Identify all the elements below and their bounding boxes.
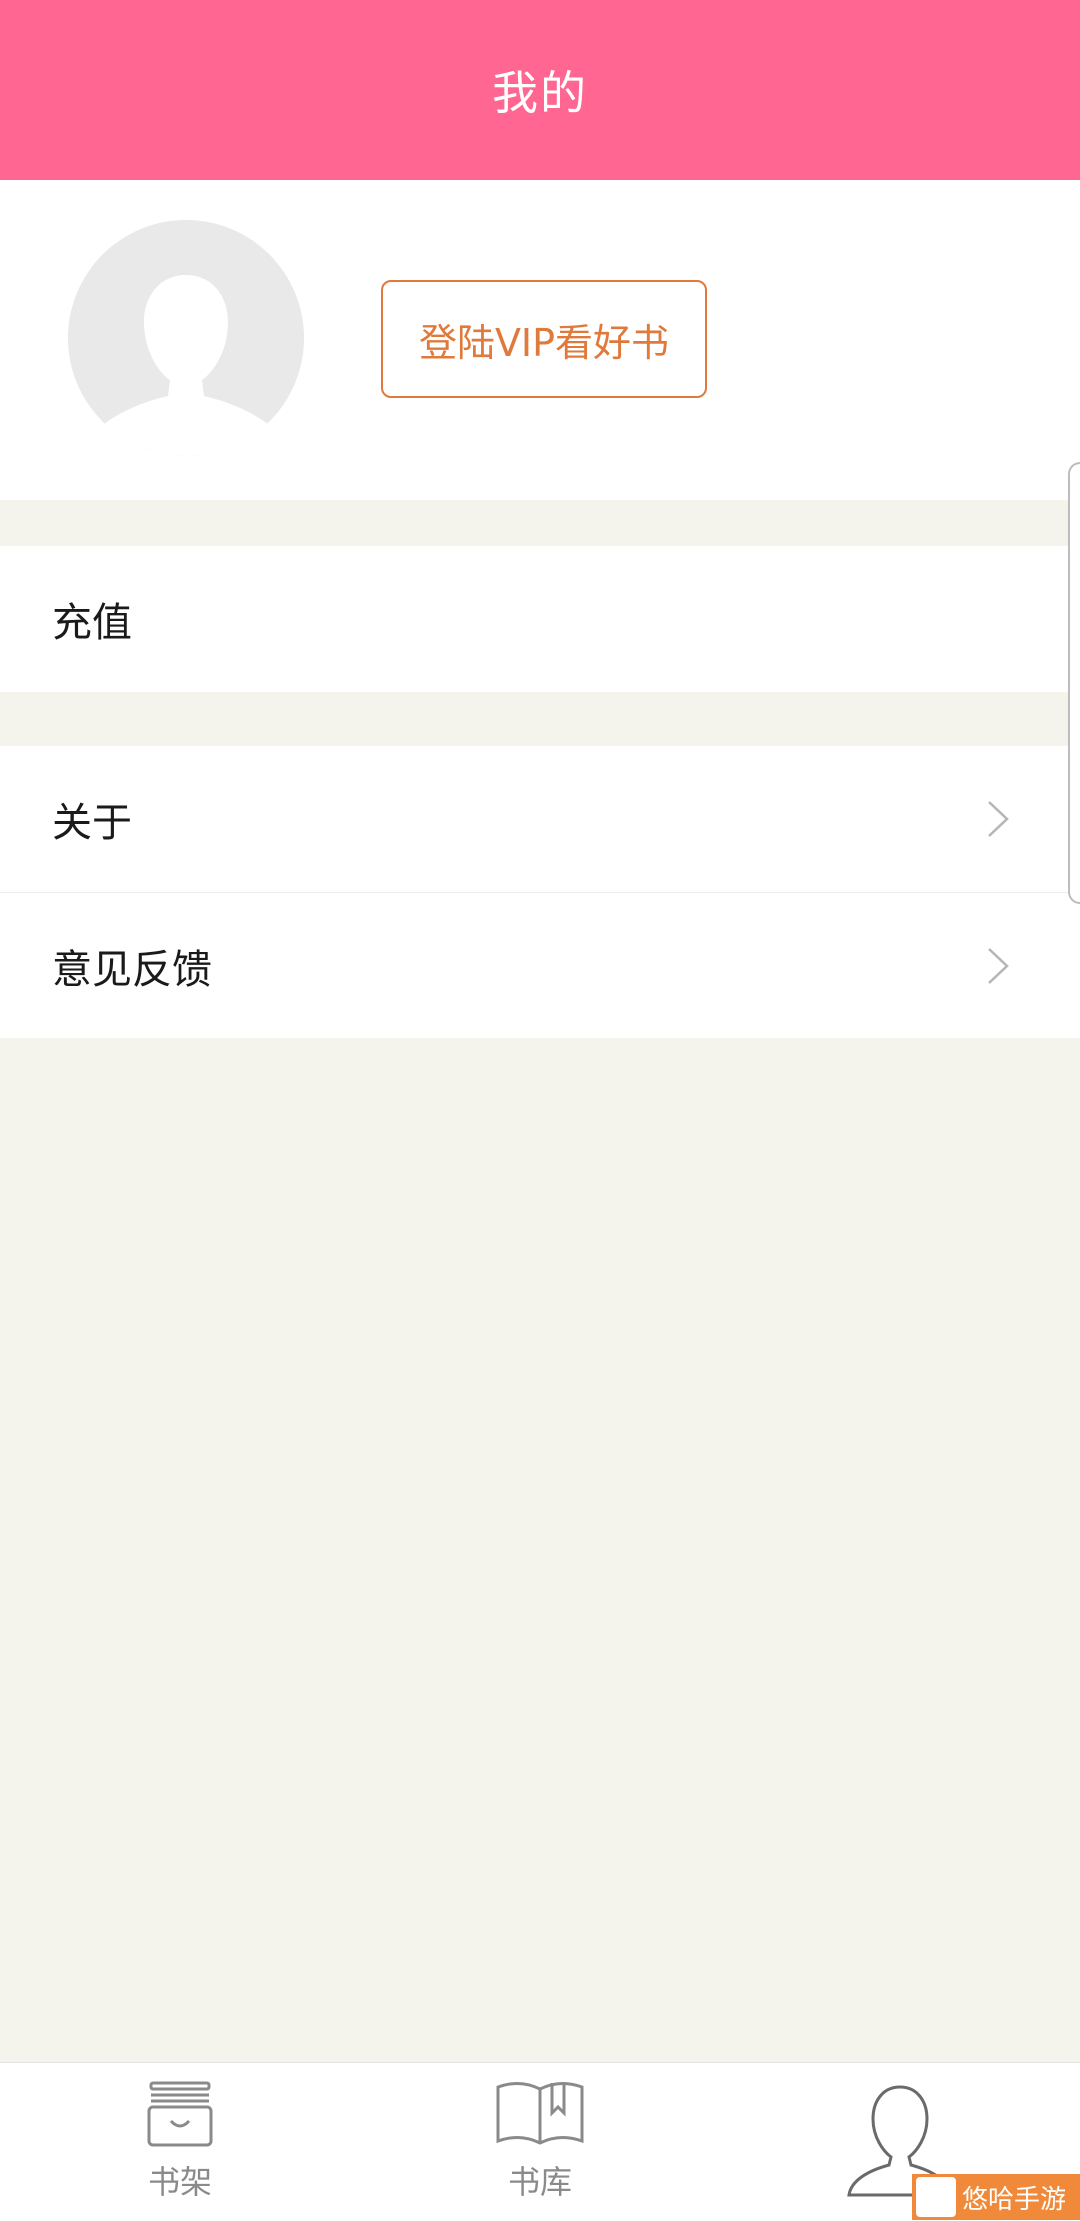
watermark-text: 悠哈手游 (962, 2184, 1067, 2215)
menu-item-feedback[interactable]: 意见反馈 (0, 892, 1080, 1038)
menu-item-label: 意见反馈 (52, 946, 212, 993)
edge-panel-handle[interactable] (1068, 462, 1080, 904)
tab-bookshelf[interactable]: 书架 (0, 2063, 360, 2221)
menu-item-label: 关于 (52, 800, 132, 846)
menu-item-label: 充值 (52, 600, 132, 646)
menu-item-about[interactable]: 关于 (0, 746, 1080, 892)
page-title: 我的 (492, 66, 588, 120)
avatar[interactable] (68, 220, 304, 456)
tab-label: 书库 (507, 2163, 572, 2201)
default-avatar-icon (68, 220, 304, 456)
watermark-logo-icon (916, 2177, 956, 2217)
login-vip-button[interactable]: 登陆VIP看好书 (381, 280, 707, 398)
profile-card: 登陆VIP看好书 (0, 180, 1080, 500)
open-book-icon (496, 2082, 584, 2145)
menu-item-recharge[interactable]: 充值 (0, 546, 1080, 692)
chevron-right-icon (988, 801, 1009, 837)
tab-label: 书架 (147, 2163, 212, 2201)
tab-library[interactable]: 书库 (360, 2063, 720, 2221)
menu-group-info: 关于 意见反馈 (0, 746, 1080, 1038)
bookshelf-icon (147, 2081, 213, 2147)
menu-group-recharge: 充值 (0, 546, 1080, 692)
watermark-badge: 悠哈手游 (912, 2174, 1080, 2220)
top-bar: 我的 (0, 0, 1080, 180)
chevron-right-icon (988, 947, 1009, 984)
